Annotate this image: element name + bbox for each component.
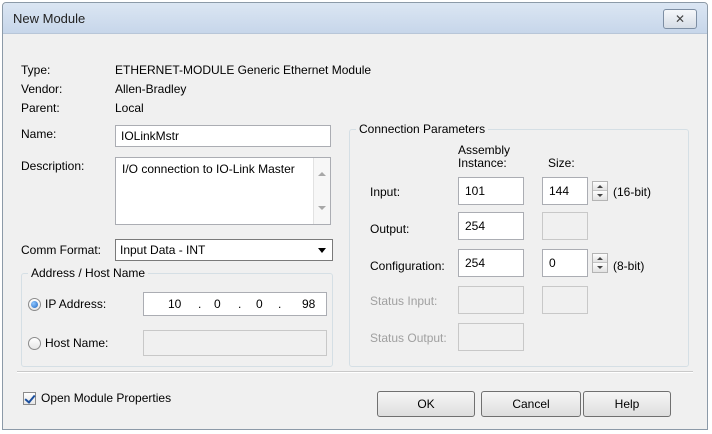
host-name-field[interactable]	[143, 330, 327, 356]
output-row-label: Output:	[370, 222, 410, 236]
chevron-down-icon	[318, 248, 326, 253]
address-group-title: Address / Host Name	[28, 266, 149, 280]
ip-address-radio[interactable]	[28, 298, 41, 311]
input-size-unit: (16-bit)	[613, 185, 652, 199]
name-value: IOLinkMstr	[121, 129, 180, 143]
status-output-instance-field[interactable]	[458, 323, 524, 351]
spin-up-icon[interactable]	[593, 254, 607, 263]
input-size-spinner[interactable]	[592, 181, 608, 201]
new-module-dialog: New Module ✕ Type: ETHERNET-MODULE Gener…	[2, 2, 708, 430]
name-field[interactable]: IOLinkMstr	[115, 125, 331, 147]
comm-format-select[interactable]: Input Data - INT	[115, 239, 333, 261]
assembly-header-line1: Assembly	[458, 143, 511, 157]
scroll-up-icon[interactable]	[318, 172, 326, 176]
size-header: Size:	[548, 156, 575, 170]
ip-octet-2: 0	[214, 297, 221, 311]
ok-button[interactable]: OK	[377, 391, 475, 417]
configuration-size-spinner[interactable]	[592, 253, 608, 273]
title-bar: New Module ✕	[3, 3, 707, 34]
assembly-header-line2: Instance:	[458, 156, 507, 170]
type-value: ETHERNET-MODULE Generic Ethernet Module	[115, 63, 372, 77]
comm-format-value: Input Data - INT	[120, 243, 206, 257]
status-input-row-label: Status Input:	[370, 294, 438, 308]
host-name-label: Host Name:	[45, 336, 109, 350]
configuration-instance-field[interactable]: 254	[458, 249, 524, 277]
help-button-label: Help	[614, 397, 640, 411]
status-input-size-field[interactable]	[542, 286, 588, 314]
spin-down-icon[interactable]	[593, 191, 607, 200]
comm-format-label: Comm Format:	[21, 243, 102, 257]
footer-separator	[17, 371, 693, 373]
output-size-field[interactable]	[542, 212, 588, 240]
spin-up-icon[interactable]	[593, 182, 607, 191]
ip-octet-3: 0	[256, 297, 263, 311]
output-instance-value: 254	[465, 219, 486, 233]
parent-label: Parent:	[21, 101, 60, 115]
configuration-size-value: 0	[549, 256, 556, 270]
status-input-instance-field[interactable]	[458, 286, 524, 314]
help-button[interactable]: Help	[583, 391, 671, 417]
ip-octet-4: 98	[302, 297, 316, 311]
parent-value: Local	[115, 101, 144, 115]
window-title: New Module	[13, 11, 86, 26]
open-module-properties-label: Open Module Properties	[41, 391, 172, 405]
configuration-size-field[interactable]: 0	[542, 249, 588, 277]
ip-dot-2: .	[238, 297, 242, 311]
ip-address-label: IP Address:	[45, 297, 107, 311]
scroll-down-icon[interactable]	[318, 206, 326, 210]
configuration-row-label: Configuration:	[370, 259, 445, 273]
configuration-instance-value: 254	[465, 256, 486, 270]
close-icon: ✕	[674, 12, 686, 26]
cancel-button-label: Cancel	[512, 397, 550, 411]
description-value: I/O connection to IO-Link Master	[122, 162, 295, 176]
ip-dot-3: .	[278, 297, 282, 311]
close-button[interactable]: ✕	[663, 9, 697, 29]
output-instance-field[interactable]: 254	[458, 212, 524, 240]
ip-dot-1: .	[198, 297, 202, 311]
cancel-button[interactable]: Cancel	[481, 391, 581, 417]
status-output-row-label: Status Output:	[370, 331, 447, 345]
connection-parameters-title: Connection Parameters	[356, 122, 489, 136]
input-instance-field[interactable]: 101	[458, 177, 524, 205]
host-name-radio[interactable]	[28, 337, 41, 350]
description-scrollbar[interactable]	[313, 158, 330, 224]
input-instance-value: 101	[465, 184, 486, 198]
input-size-value: 144	[549, 184, 570, 198]
configuration-size-unit: (8-bit)	[613, 259, 645, 273]
description-label: Description:	[21, 159, 85, 173]
spin-down-icon[interactable]	[593, 263, 607, 272]
ok-button-label: OK	[417, 397, 435, 411]
input-row-label: Input:	[370, 185, 401, 199]
vendor-label: Vendor:	[21, 82, 63, 96]
open-module-properties-checkbox[interactable]	[23, 392, 36, 405]
ip-address-field[interactable]: 10 . 0 . 0 . 98	[143, 292, 327, 316]
ip-octet-1: 10	[168, 297, 182, 311]
description-textarea[interactable]: I/O connection to IO-Link Master	[115, 157, 331, 225]
vendor-value: Allen-Bradley	[115, 82, 187, 96]
input-size-field[interactable]: 144	[542, 177, 588, 205]
name-label: Name:	[21, 127, 57, 141]
type-label: Type:	[21, 63, 51, 77]
